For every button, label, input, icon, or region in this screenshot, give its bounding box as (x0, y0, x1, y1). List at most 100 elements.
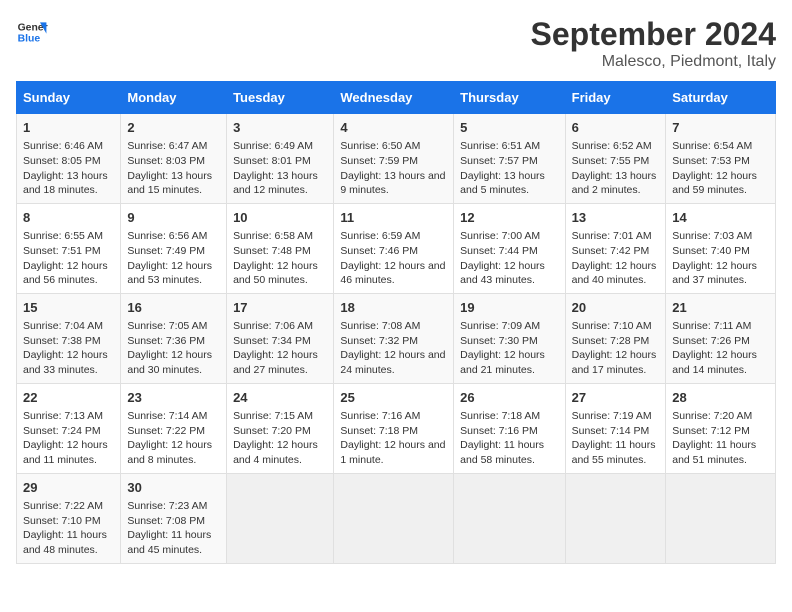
sunrise-label: Sunrise: 7:16 AM (340, 410, 420, 422)
calendar-week-row: 22 Sunrise: 7:13 AM Sunset: 7:24 PM Dayl… (17, 383, 776, 473)
empty-cell (666, 473, 776, 563)
day-number: 4 (340, 119, 447, 137)
location-subtitle: Malesco, Piedmont, Italy (531, 53, 776, 71)
sunrise-label: Sunrise: 7:13 AM (23, 410, 103, 422)
daylight-label: Daylight: 11 hours and 48 minutes. (23, 529, 107, 556)
day-number: 21 (672, 299, 769, 317)
daylight-label: Daylight: 13 hours and 9 minutes. (340, 170, 445, 197)
month-title: September 2024 (531, 16, 776, 53)
daylight-label: Daylight: 12 hours and 27 minutes. (233, 349, 318, 376)
sunrise-label: Sunrise: 7:08 AM (340, 320, 420, 332)
day-cell: 29 Sunrise: 7:22 AM Sunset: 7:10 PM Dayl… (17, 473, 121, 563)
sunset-label: Sunset: 7:46 PM (340, 245, 418, 257)
title-section: September 2024 Malesco, Piedmont, Italy (531, 16, 776, 71)
daylight-label: Daylight: 12 hours and 50 minutes. (233, 260, 318, 287)
sunset-label: Sunset: 7:10 PM (23, 515, 101, 527)
sunrise-label: Sunrise: 7:22 AM (23, 500, 103, 512)
sunset-label: Sunset: 7:30 PM (460, 335, 538, 347)
day-cell: 24 Sunrise: 7:15 AM Sunset: 7:20 PM Dayl… (227, 383, 334, 473)
sunset-label: Sunset: 7:42 PM (572, 245, 650, 257)
day-number: 28 (672, 389, 769, 407)
empty-cell (227, 473, 334, 563)
daylight-label: Daylight: 12 hours and 40 minutes. (572, 260, 657, 287)
day-number: 23 (127, 389, 220, 407)
daylight-label: Daylight: 13 hours and 5 minutes. (460, 170, 545, 197)
sunset-label: Sunset: 7:59 PM (340, 155, 418, 167)
sunset-label: Sunset: 8:03 PM (127, 155, 205, 167)
day-cell: 26 Sunrise: 7:18 AM Sunset: 7:16 PM Dayl… (454, 383, 565, 473)
sunrise-label: Sunrise: 6:59 AM (340, 230, 420, 242)
daylight-label: Daylight: 13 hours and 18 minutes. (23, 170, 108, 197)
calendar-week-row: 15 Sunrise: 7:04 AM Sunset: 7:38 PM Dayl… (17, 293, 776, 383)
day-number: 22 (23, 389, 114, 407)
logo: General Blue (16, 16, 48, 48)
day-number: 29 (23, 479, 114, 497)
sunset-label: Sunset: 7:28 PM (572, 335, 650, 347)
day-number: 30 (127, 479, 220, 497)
weekday-header-row: Sunday Monday Tuesday Wednesday Thursday… (17, 82, 776, 114)
sunset-label: Sunset: 7:18 PM (340, 425, 418, 437)
calendar-table: Sunday Monday Tuesday Wednesday Thursday… (16, 81, 776, 564)
svg-text:Blue: Blue (18, 34, 41, 45)
sunrise-label: Sunrise: 7:11 AM (672, 320, 751, 332)
day-number: 16 (127, 299, 220, 317)
day-cell: 17 Sunrise: 7:06 AM Sunset: 7:34 PM Dayl… (227, 293, 334, 383)
sunset-label: Sunset: 7:08 PM (127, 515, 205, 527)
sunrise-label: Sunrise: 6:56 AM (127, 230, 207, 242)
day-number: 27 (572, 389, 660, 407)
sunrise-label: Sunrise: 6:51 AM (460, 140, 540, 152)
sunset-label: Sunset: 7:34 PM (233, 335, 311, 347)
day-number: 25 (340, 389, 447, 407)
day-number: 19 (460, 299, 558, 317)
sunset-label: Sunset: 7:26 PM (672, 335, 750, 347)
daylight-label: Daylight: 12 hours and 43 minutes. (460, 260, 545, 287)
daylight-label: Daylight: 11 hours and 58 minutes. (460, 439, 544, 466)
sunset-label: Sunset: 7:22 PM (127, 425, 205, 437)
daylight-label: Daylight: 13 hours and 15 minutes. (127, 170, 212, 197)
day-number: 5 (460, 119, 558, 137)
daylight-label: Daylight: 12 hours and 4 minutes. (233, 439, 318, 466)
header-tuesday: Tuesday (227, 82, 334, 114)
day-cell: 3 Sunrise: 6:49 AM Sunset: 8:01 PM Dayli… (227, 114, 334, 204)
daylight-label: Daylight: 12 hours and 11 minutes. (23, 439, 108, 466)
calendar-week-row: 1 Sunrise: 6:46 AM Sunset: 8:05 PM Dayli… (17, 114, 776, 204)
daylight-label: Daylight: 12 hours and 8 minutes. (127, 439, 212, 466)
daylight-label: Daylight: 12 hours and 53 minutes. (127, 260, 212, 287)
day-number: 18 (340, 299, 447, 317)
day-number: 13 (572, 209, 660, 227)
sunset-label: Sunset: 7:16 PM (460, 425, 538, 437)
day-number: 17 (233, 299, 327, 317)
day-number: 10 (233, 209, 327, 227)
day-number: 24 (233, 389, 327, 407)
header-thursday: Thursday (454, 82, 565, 114)
sunset-label: Sunset: 7:12 PM (672, 425, 750, 437)
day-cell: 5 Sunrise: 6:51 AM Sunset: 7:57 PM Dayli… (454, 114, 565, 204)
sunrise-label: Sunrise: 6:58 AM (233, 230, 313, 242)
day-cell: 1 Sunrise: 6:46 AM Sunset: 8:05 PM Dayli… (17, 114, 121, 204)
daylight-label: Daylight: 12 hours and 30 minutes. (127, 349, 212, 376)
day-cell: 13 Sunrise: 7:01 AM Sunset: 7:42 PM Dayl… (565, 203, 666, 293)
sunrise-label: Sunrise: 7:05 AM (127, 320, 207, 332)
daylight-label: Daylight: 12 hours and 21 minutes. (460, 349, 545, 376)
day-cell: 15 Sunrise: 7:04 AM Sunset: 7:38 PM Dayl… (17, 293, 121, 383)
empty-cell (565, 473, 666, 563)
sunrise-label: Sunrise: 7:03 AM (672, 230, 752, 242)
day-cell: 19 Sunrise: 7:09 AM Sunset: 7:30 PM Dayl… (454, 293, 565, 383)
day-cell: 16 Sunrise: 7:05 AM Sunset: 7:36 PM Dayl… (121, 293, 227, 383)
day-number: 9 (127, 209, 220, 227)
sunrise-label: Sunrise: 6:50 AM (340, 140, 420, 152)
daylight-label: Daylight: 12 hours and 37 minutes. (672, 260, 757, 287)
sunrise-label: Sunrise: 7:20 AM (672, 410, 752, 422)
empty-cell (454, 473, 565, 563)
sunrise-label: Sunrise: 7:15 AM (233, 410, 313, 422)
day-cell: 21 Sunrise: 7:11 AM Sunset: 7:26 PM Dayl… (666, 293, 776, 383)
day-cell: 11 Sunrise: 6:59 AM Sunset: 7:46 PM Dayl… (334, 203, 454, 293)
day-number: 12 (460, 209, 558, 227)
day-cell: 20 Sunrise: 7:10 AM Sunset: 7:28 PM Dayl… (565, 293, 666, 383)
sunrise-label: Sunrise: 6:49 AM (233, 140, 313, 152)
day-cell: 22 Sunrise: 7:13 AM Sunset: 7:24 PM Dayl… (17, 383, 121, 473)
daylight-label: Daylight: 13 hours and 12 minutes. (233, 170, 318, 197)
day-number: 15 (23, 299, 114, 317)
daylight-label: Daylight: 11 hours and 45 minutes. (127, 529, 211, 556)
sunset-label: Sunset: 8:01 PM (233, 155, 311, 167)
